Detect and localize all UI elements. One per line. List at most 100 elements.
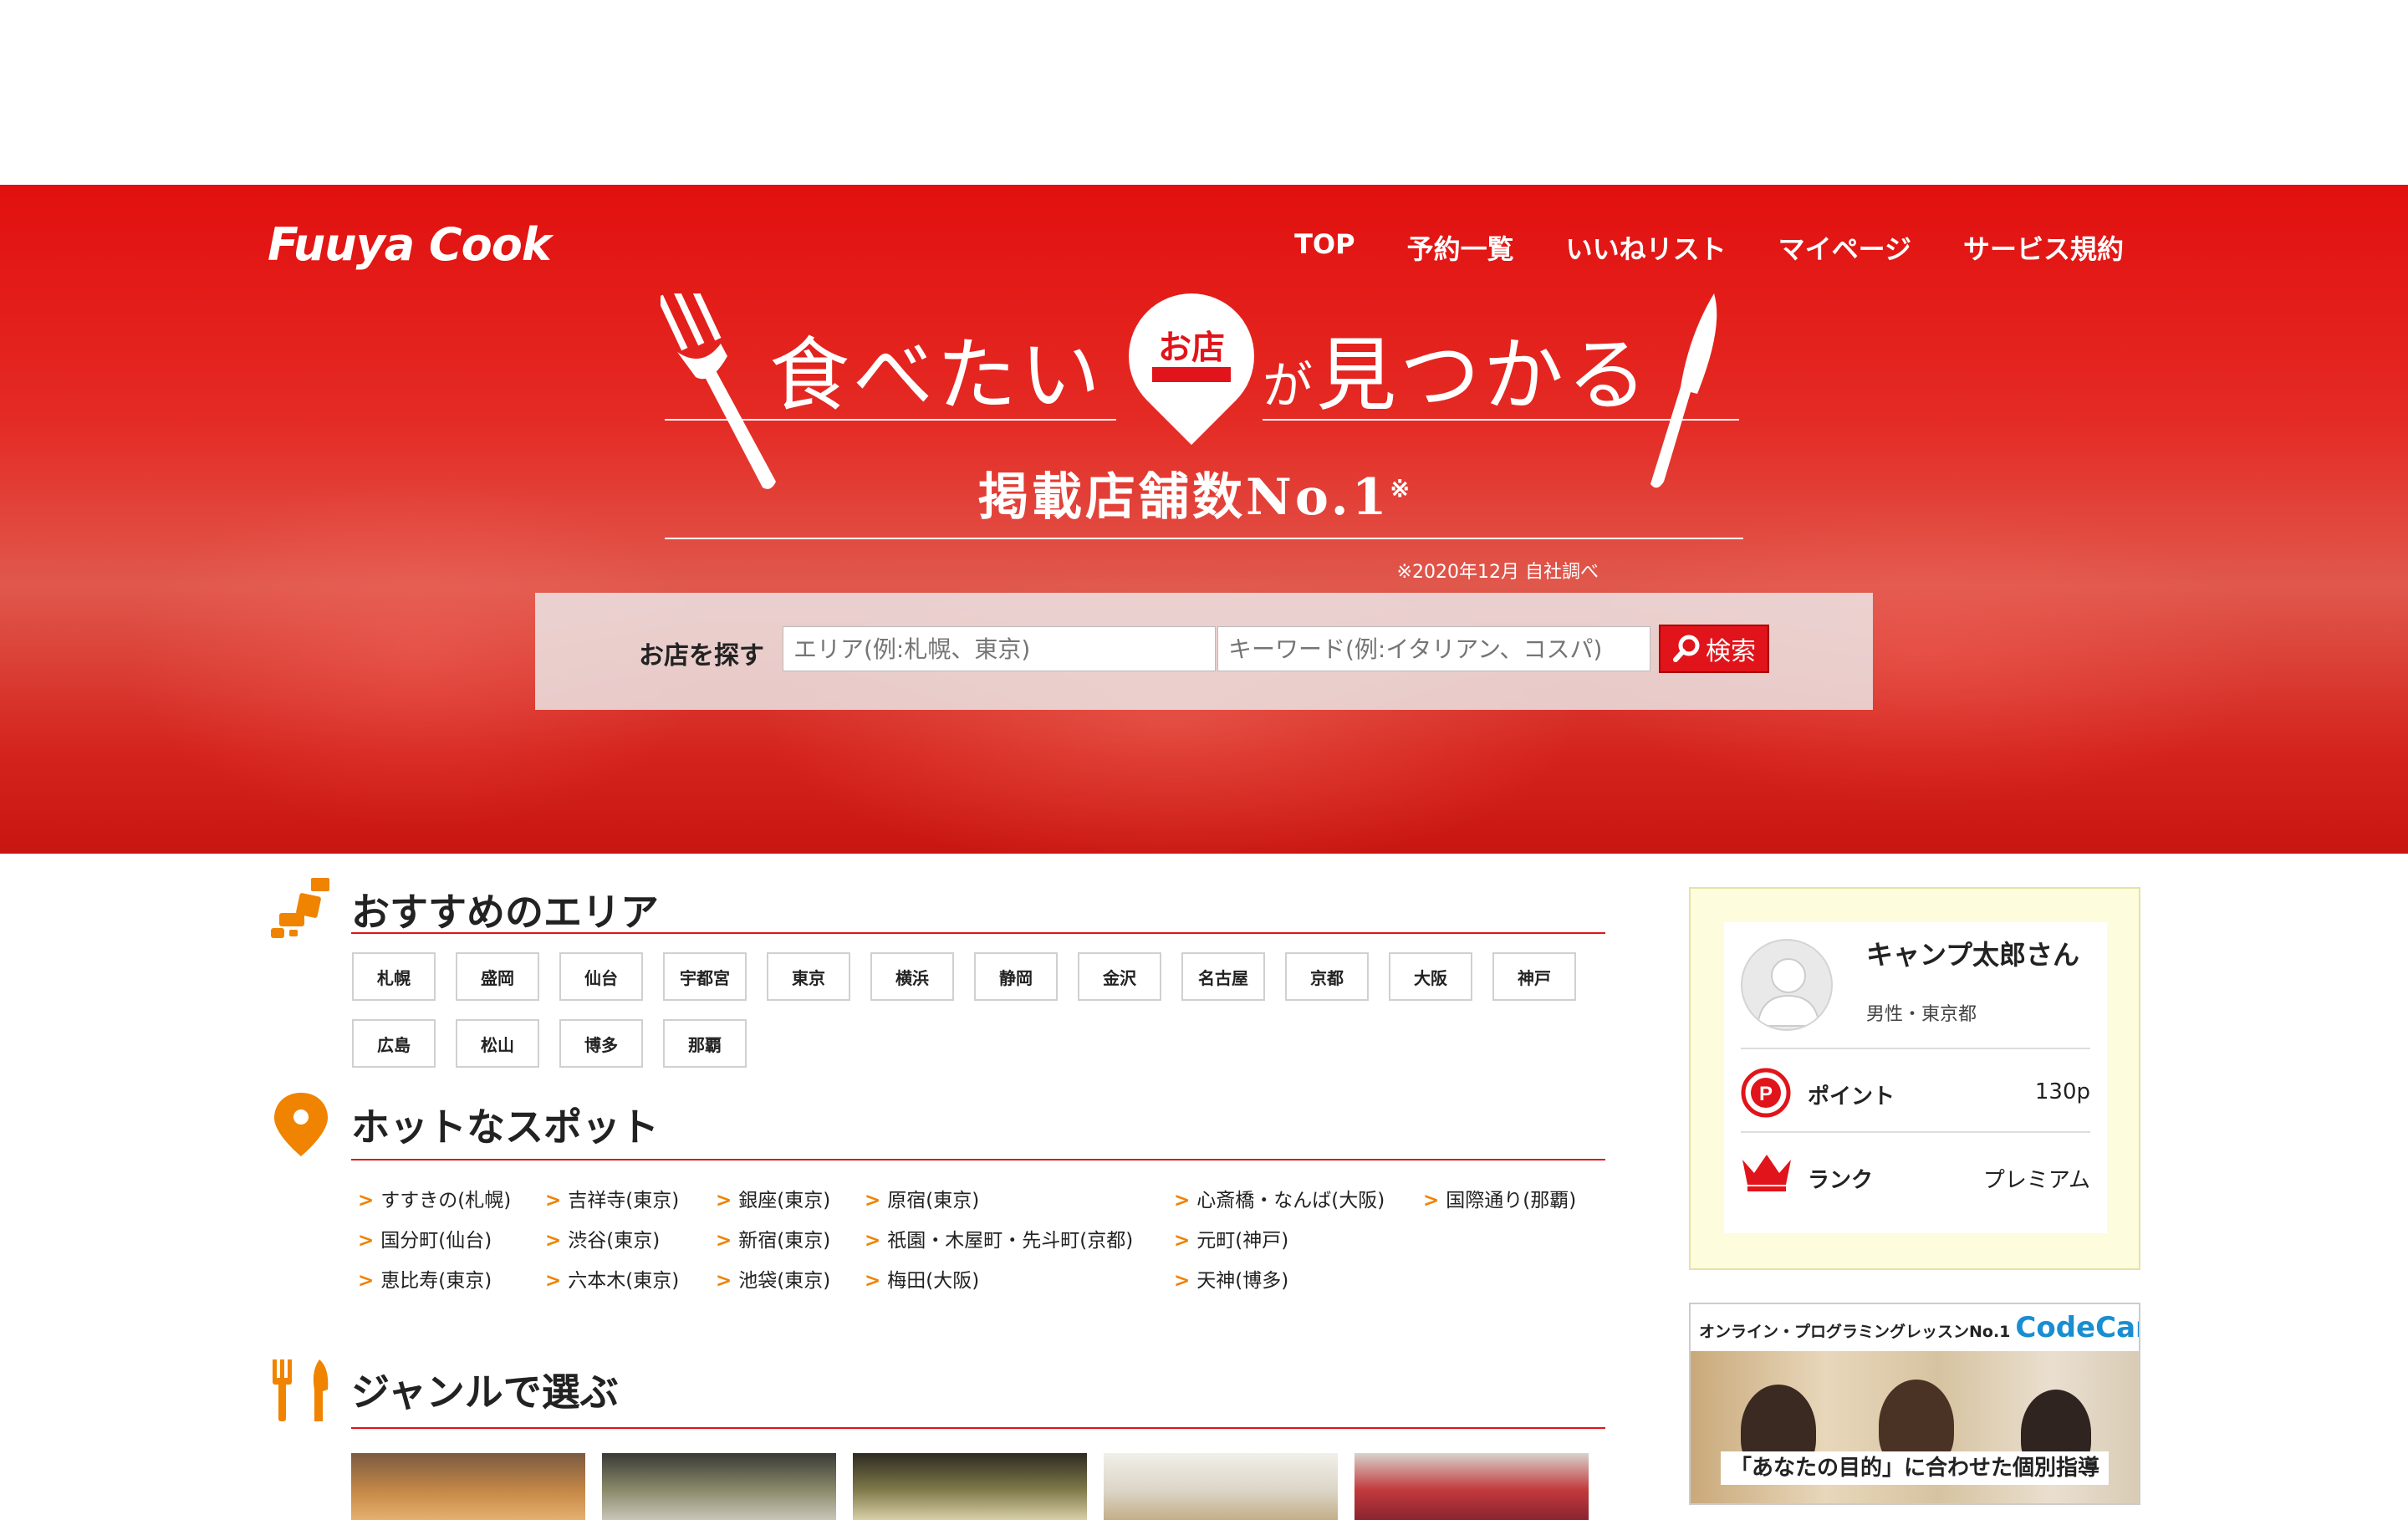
rank-label: ランク: [1808, 1168, 1874, 1193]
area-button[interactable]: 札幌: [352, 952, 436, 1001]
catch-part2: 見つかる: [1316, 329, 1650, 422]
chevron-right-icon: >: [1174, 1270, 1191, 1292]
chevron-right-icon: >: [545, 1230, 562, 1252]
chevron-right-icon: >: [716, 1190, 732, 1211]
area-button[interactable]: 神戸: [1492, 952, 1576, 1001]
spot-label: 六本木(東京): [568, 1270, 680, 1292]
search-button[interactable]: 検索: [1659, 625, 1769, 673]
genre-image[interactable]: [602, 1453, 836, 1520]
area-button[interactable]: 盛岡: [456, 952, 539, 1001]
section-spots-rule: [351, 1159, 1605, 1160]
nav-mypage[interactable]: マイページ: [1778, 228, 1911, 267]
avatar[interactable]: [1741, 939, 1833, 1031]
area-button[interactable]: 静岡: [974, 952, 1058, 1001]
location-pin-icon: [274, 1093, 328, 1156]
genre-image[interactable]: [1104, 1453, 1338, 1520]
spot-link[interactable]: > 六本木(東京): [545, 1264, 679, 1293]
crown-icon: [1742, 1155, 1791, 1191]
section-genres-header: ジャンルで選ぶ: [268, 1356, 619, 1423]
spot-link[interactable]: > 国際通り(那覇): [1423, 1184, 1576, 1212]
section-areas-title: おすすめのエリア: [351, 890, 659, 935]
chevron-right-icon: >: [358, 1230, 375, 1252]
area-button[interactable]: 横浜: [870, 952, 954, 1001]
rank-value: プレミアム: [1982, 1168, 2090, 1193]
nav-likes[interactable]: いいねリスト: [1566, 228, 1727, 267]
svg-text:P: P: [1759, 1083, 1773, 1105]
spot-label: 天神(博多): [1196, 1270, 1289, 1292]
chevron-right-icon: >: [716, 1270, 732, 1292]
ad-banner[interactable]: オンライン・プログラミングレッスンNo.1CodeCamp 「あなたの目的」に合…: [1689, 1303, 2140, 1505]
spot-link[interactable]: > 新宿(東京): [716, 1224, 830, 1252]
site-logo[interactable]: Fuuya Cook: [268, 218, 552, 271]
genre-image[interactable]: [853, 1453, 1087, 1520]
genre-image[interactable]: [351, 1453, 585, 1520]
spot-link[interactable]: > 国分町(仙台): [358, 1224, 492, 1252]
area-button[interactable]: 広島: [352, 1019, 436, 1068]
spot-label: 池袋(東京): [738, 1270, 831, 1292]
spot-label: 恵比寿(東京): [380, 1270, 492, 1292]
spot-link[interactable]: > 祇園・木屋町・先斗町(京都): [865, 1224, 1133, 1252]
catch-small: が: [1263, 357, 1316, 416]
spot-link[interactable]: > 心斎橋・なんば(大阪): [1174, 1184, 1385, 1212]
global-nav: TOP 予約一覧 いいねリスト マイページ サービス規約: [1294, 228, 2124, 267]
spot-link[interactable]: > 池袋(東京): [716, 1264, 830, 1293]
catch-part1: 食べたい: [769, 329, 1104, 422]
area-button[interactable]: 宇都宮: [663, 952, 747, 1001]
spot-link[interactable]: > 天神(博多): [1174, 1264, 1288, 1293]
area-button[interactable]: 大阪: [1389, 952, 1472, 1001]
catch-rule-left: [665, 419, 1116, 421]
search-icon: [1673, 635, 1700, 662]
ad-caption: 「あなたの目的」に合わせた個別指導: [1721, 1451, 2109, 1485]
search-label: お店を探す: [639, 641, 764, 671]
spot-link[interactable]: > 恵比寿(東京): [358, 1264, 492, 1293]
spot-link[interactable]: > 原宿(東京): [865, 1184, 979, 1212]
section-spots-title: ホットなスポット: [351, 1104, 659, 1150]
spot-label: 国分町(仙台): [380, 1230, 492, 1252]
area-button[interactable]: 金沢: [1078, 952, 1161, 1001]
chevron-right-icon: >: [865, 1190, 881, 1211]
search-button-label: 検索: [1706, 637, 1756, 666]
spot-link[interactable]: > 銀座(東京): [716, 1184, 830, 1212]
spot-link[interactable]: > 元町(神戸): [1174, 1224, 1288, 1252]
spot-label: すすきの(札幌): [380, 1190, 512, 1211]
spot-label: 心斎橋・なんば(大阪): [1196, 1190, 1385, 1211]
keyword-search-input[interactable]: [1217, 626, 1650, 671]
area-button[interactable]: 博多: [559, 1019, 643, 1068]
chevron-right-icon: >: [358, 1190, 375, 1211]
area-button[interactable]: 松山: [456, 1019, 539, 1068]
spot-label: 銀座(東京): [738, 1190, 831, 1211]
user-silhouette-icon: [1756, 958, 1821, 1027]
area-button[interactable]: 京都: [1285, 952, 1369, 1001]
area-button[interactable]: 那覇: [663, 1019, 747, 1068]
nav-reservations[interactable]: 予約一覧: [1407, 228, 1514, 267]
spot-link[interactable]: > 吉祥寺(東京): [545, 1184, 679, 1212]
spot-link[interactable]: > 渋谷(東京): [545, 1224, 660, 1252]
area-search-input[interactable]: [783, 626, 1216, 671]
catch-sub-mark: ※: [1390, 475, 1413, 502]
japan-map-icon: [271, 878, 329, 938]
pin-label: お店: [1158, 328, 1225, 367]
chevron-right-icon: >: [1423, 1190, 1440, 1211]
nav-terms[interactable]: サービス規約: [1963, 228, 2124, 267]
section-areas-rule: [351, 932, 1605, 934]
search-box: お店を探す 検索: [535, 593, 1873, 710]
rank-row: ランク プレミアム: [1741, 1131, 2090, 1217]
chevron-right-icon: >: [865, 1230, 881, 1252]
catch-rule-bottom: [665, 538, 1743, 539]
genre-image[interactable]: [1354, 1453, 1589, 1520]
spot-label: 国際通り(那覇): [1446, 1190, 1577, 1211]
survey-note: ※2020年12月 自社調べ: [1396, 562, 1599, 583]
chevron-right-icon: >: [545, 1190, 562, 1211]
section-genres-title: ジャンルで選ぶ: [351, 1370, 619, 1415]
spot-link[interactable]: > すすきの(札幌): [358, 1184, 511, 1212]
spot-link[interactable]: > 梅田(大阪): [865, 1264, 979, 1293]
spot-label: 渋谷(東京): [568, 1230, 661, 1252]
area-button[interactable]: 名古屋: [1181, 952, 1265, 1001]
fork-icon: [661, 293, 776, 489]
chevron-right-icon: >: [358, 1270, 375, 1292]
chevron-right-icon: >: [545, 1270, 562, 1292]
area-button[interactable]: 仙台: [559, 952, 643, 1001]
area-button[interactable]: 東京: [767, 952, 850, 1001]
nav-top[interactable]: TOP: [1294, 228, 1354, 267]
pin-ribbon: [1152, 367, 1231, 382]
